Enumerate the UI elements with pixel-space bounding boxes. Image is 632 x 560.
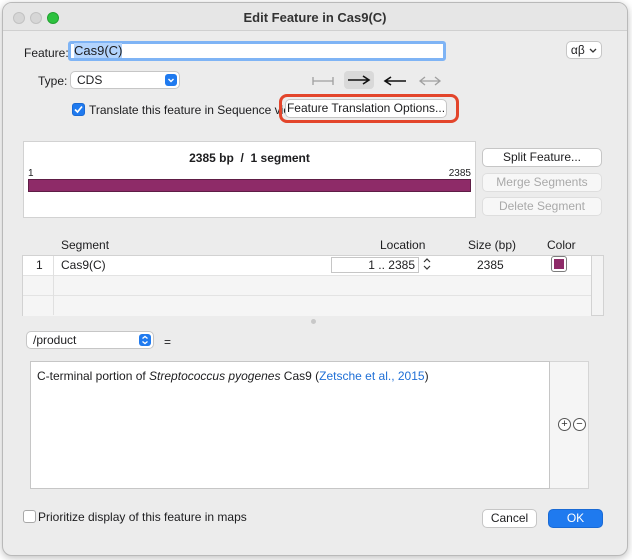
size-column-header[interactable]: Size (bp) [468, 238, 516, 252]
no-direction-icon [312, 77, 334, 85]
merge-segments-button[interactable]: Merge Segments [482, 173, 602, 192]
checkmark-icon [74, 105, 83, 114]
type-value: CDS [77, 73, 103, 87]
minus-icon: − [576, 418, 583, 430]
remove-qualifier-button[interactable]: − [573, 418, 586, 431]
map-length: 2385 bp [189, 151, 234, 165]
split-feature-button[interactable]: Split Feature... [482, 148, 602, 167]
location-start: 1 [368, 258, 375, 272]
window-title: Edit Feature in Cas9(C) [243, 10, 387, 25]
delete-segment-button[interactable]: Delete Segment [482, 197, 602, 216]
prioritize-checkbox[interactable] [23, 510, 36, 523]
segment-table [22, 255, 592, 316]
citation-link[interactable]: Zetsche et al., 2015 [319, 369, 424, 383]
equals-sign: = [164, 335, 172, 349]
plus-icon: + [561, 418, 568, 430]
translate-label: Translate this feature in Sequence view [89, 103, 299, 117]
translate-checkbox[interactable] [72, 103, 85, 116]
segment-column-header[interactable]: Segment [61, 238, 109, 252]
qualifier-text-end: ) [424, 369, 429, 383]
title-bar: Edit Feature in Cas9(C) [3, 3, 627, 31]
location-end: 2385 [388, 258, 415, 272]
qualifier-select[interactable]: /product [26, 331, 154, 349]
qualifier-text-start: C-terminal portion of [37, 369, 150, 383]
splitter-handle[interactable] [311, 319, 316, 324]
map-segment-count: 1 segment [250, 151, 310, 165]
stepper-icon [423, 258, 431, 270]
character-set-button[interactable]: αβ [566, 41, 602, 59]
segment-color-swatch[interactable] [551, 256, 567, 272]
add-qualifier-button[interactable]: + [558, 418, 571, 431]
reverse-direction-button[interactable] [382, 74, 408, 88]
map-end-label: 2385 [448, 168, 471, 179]
map-separator: / [240, 151, 244, 165]
row-size: 2385 [477, 258, 504, 272]
forward-direction-button[interactable] [344, 71, 374, 89]
row-index: 1 [36, 258, 43, 272]
updown-arrow-icon [139, 334, 151, 346]
color-column-header[interactable]: Color [547, 238, 576, 252]
feature-segment-bar[interactable] [28, 179, 471, 192]
no-direction-button[interactable] [311, 74, 335, 88]
row-segment-name: Cas9(C) [61, 258, 106, 272]
table-scrollbar-track[interactable] [592, 255, 604, 316]
table-row-empty [23, 296, 591, 316]
charset-label: αβ [570, 43, 585, 57]
feature-name-input[interactable]: Cas9(C) [68, 41, 446, 61]
location-stepper[interactable] [422, 256, 432, 275]
column-divider [53, 256, 54, 315]
bidirectional-button[interactable] [417, 74, 443, 88]
ok-button[interactable]: OK [548, 509, 603, 528]
cancel-button[interactable]: Cancel [482, 509, 537, 528]
qualifier-text-italic: Streptococcus pyogenes [149, 369, 281, 383]
map-start-label: 1 [28, 168, 34, 179]
dropdown-arrow-icon [165, 74, 177, 86]
map-summary: 2385 bp / 1 segment [24, 151, 475, 165]
location-field[interactable]: 1 .. 2385 [331, 257, 419, 273]
feature-name-text: Cas9(C) [74, 43, 123, 58]
feature-label: Feature: [24, 46, 69, 60]
type-select[interactable]: CDS [70, 71, 180, 89]
qualifier-text-middle: Cas9 ( [280, 369, 320, 383]
forward-arrow-icon [348, 75, 371, 85]
qualifier-value-textarea[interactable]: C-terminal portion of Streptococcus pyog… [30, 361, 550, 489]
table-row-empty [23, 276, 591, 296]
feature-map-panel: 2385 bp / 1 segment 1 2385 [23, 141, 476, 218]
reverse-arrow-icon [383, 76, 406, 86]
qualifier-value: /product [33, 333, 77, 347]
type-label: Type: [38, 74, 68, 88]
feature-translation-options-button[interactable]: Feature Translation Options... [285, 99, 447, 118]
table-row[interactable] [23, 256, 591, 276]
location-column-header[interactable]: Location [380, 238, 425, 252]
location-range-separator: .. [378, 258, 385, 272]
chevron-down-icon [589, 48, 597, 53]
prioritize-label: Prioritize display of this feature in ma… [38, 510, 247, 524]
swatch-fill [554, 259, 564, 269]
bidirectional-arrow-icon [418, 76, 442, 86]
